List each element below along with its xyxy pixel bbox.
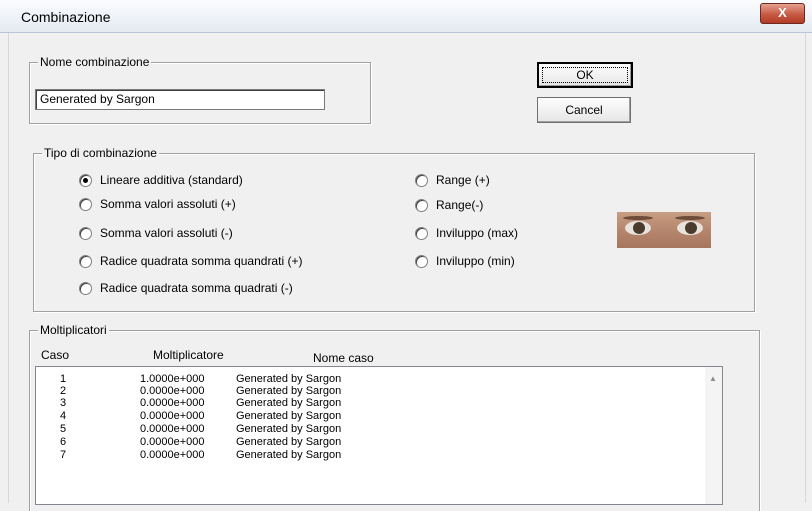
vertical-scrollbar[interactable]: ▲: [705, 367, 722, 504]
row-caso: 6: [60, 436, 67, 448]
radio-button-icon: [415, 198, 428, 212]
column-header-nome-caso: Nome caso: [313, 351, 374, 365]
row-case-name: Generated by Sargon: [236, 373, 342, 385]
radio-range-plus[interactable]: Range (+): [415, 173, 490, 187]
row-multiplier: 1.0000e+000: [140, 373, 205, 385]
multipliers-legend: Moltiplicatori: [38, 323, 109, 337]
row-case-name: Generated by Sargon: [236, 423, 342, 435]
row-multiplier: 0.0000e+000: [140, 385, 205, 397]
radio-inviluppo-min[interactable]: Inviluppo (min): [415, 254, 515, 268]
row-caso: 1: [60, 373, 67, 385]
cancel-button[interactable]: Cancel: [537, 97, 631, 123]
radio-button-icon: [79, 226, 92, 240]
column-header-caso: Caso: [41, 348, 70, 362]
radio-radice-plus[interactable]: Radice quadrata somma quandrati (+): [79, 254, 302, 268]
radio-inviluppo-max[interactable]: Inviluppo (max): [415, 226, 518, 240]
cancel-label: Cancel: [565, 103, 603, 117]
radio-label: Inviluppo (min): [436, 254, 515, 268]
window-title: Combinazione: [21, 9, 111, 25]
multipliers-list[interactable]: 1 1.0000e+000 Generated by Sargon 2 0.00…: [35, 366, 723, 505]
combination-name-value: Generated by Sargon: [40, 92, 155, 106]
row-multiplier: 0.0000e+000: [140, 410, 205, 422]
row-case-name: Generated by Sargon: [236, 385, 342, 397]
radio-button-icon: [415, 254, 428, 268]
radio-radice-minus[interactable]: Radice quadrata somma quadrati (-): [79, 281, 293, 295]
column-header-moltiplicatore: Moltiplicatore: [153, 348, 224, 362]
focus-rect: [542, 67, 628, 83]
radio-label: Range(-): [436, 198, 484, 212]
title-bar: Combinazione X: [0, 0, 812, 33]
row-multiplier: 0.0000e+000: [140, 397, 205, 409]
row-caso: 5: [60, 423, 67, 435]
combination-name-input[interactable]: Generated by Sargon: [35, 89, 325, 110]
radio-button-icon: [79, 254, 92, 268]
row-case-name: Generated by Sargon: [236, 449, 342, 461]
radio-label: Somma valori assoluti (+): [100, 197, 236, 211]
row-case-name: Generated by Sargon: [236, 436, 342, 448]
eyes-image: [617, 212, 711, 248]
row-caso: 7: [60, 449, 67, 461]
radio-button-icon: [415, 226, 428, 240]
radio-button-icon: [79, 281, 92, 295]
row-caso: 3: [60, 397, 67, 409]
radio-somma-assoluti-plus[interactable]: Somma valori assoluti (+): [79, 197, 236, 211]
radio-button-icon: [79, 197, 92, 211]
radio-label: Radice quadrata somma quadrati (-): [100, 281, 293, 295]
radio-label: Lineare additiva (standard): [100, 173, 243, 187]
ok-button[interactable]: OK: [537, 62, 633, 88]
radio-label: Somma valori assoluti (-): [100, 226, 233, 240]
combination-type-legend: Tipo di combinazione: [42, 146, 159, 160]
radio-button-icon: [79, 173, 92, 187]
row-case-name: Generated by Sargon: [236, 397, 342, 409]
eye-left-icon: [625, 221, 651, 235]
row-case-name: Generated by Sargon: [236, 410, 342, 422]
row-multiplier: 0.0000e+000: [140, 423, 205, 435]
eyebrow-left: [623, 216, 653, 220]
radio-label: Range (+): [436, 173, 490, 187]
name-group-legend: Nome combinazione: [38, 55, 152, 69]
row-multiplier: 0.0000e+000: [140, 436, 205, 448]
row-caso: 2: [60, 385, 67, 397]
scroll-up-arrow-icon[interactable]: ▲: [709, 374, 717, 383]
radio-range-minus[interactable]: Range(-): [415, 198, 483, 212]
radio-lineare-additiva[interactable]: Lineare additiva (standard): [79, 173, 243, 187]
row-caso: 4: [60, 410, 67, 422]
row-multiplier: 0.0000e+000: [140, 449, 205, 461]
radio-label: Inviluppo (max): [436, 226, 519, 240]
radio-label: Radice quadrata somma quandrati (+): [100, 254, 303, 268]
eyebrow-right: [675, 216, 705, 220]
eye-right-icon: [677, 221, 703, 235]
radio-somma-assoluti-minus[interactable]: Somma valori assoluti (-): [79, 226, 233, 240]
radio-button-icon: [415, 173, 428, 187]
close-button[interactable]: X: [760, 3, 805, 24]
